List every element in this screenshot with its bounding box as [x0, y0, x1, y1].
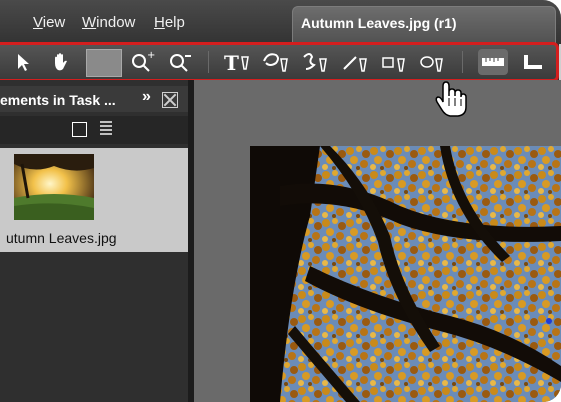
- measure-icon[interactable]: [518, 49, 548, 75]
- menu-help[interactable]: Help: [154, 14, 185, 31]
- list-view-icon[interactable]: [100, 121, 112, 137]
- selected-tool-swatch[interactable]: [86, 49, 122, 77]
- line-pen-icon[interactable]: [340, 49, 372, 75]
- ruler-icon[interactable]: [478, 49, 508, 75]
- drawing-toolbar: + T: [0, 42, 559, 82]
- toolbar-separator: [208, 51, 209, 73]
- menu-help-mnemonic: H: [154, 14, 165, 31]
- document-tab[interactable]: Autumn Leaves.jpg (r1): [292, 6, 556, 43]
- elements-panel: ements in Task ... » utumn Leaves.jpg: [0, 80, 188, 402]
- rectangle-pen-icon[interactable]: [380, 49, 412, 75]
- select-arrow-icon[interactable]: [12, 49, 34, 75]
- toolbar-separator: [462, 51, 463, 73]
- item-label: utumn Leaves.jpg: [6, 230, 117, 246]
- panel-title: ements in Task ...: [0, 92, 116, 108]
- document-tab-title: Autumn Leaves.jpg (r1): [301, 15, 457, 31]
- panel-header: ements in Task ... »: [0, 86, 188, 112]
- panel-expand-button[interactable]: »: [142, 88, 151, 106]
- freehand-pen-icon[interactable]: [300, 49, 332, 75]
- menu-window-rest: indow: [96, 14, 136, 31]
- zoom-in-icon[interactable]: +: [128, 49, 158, 75]
- hand-icon[interactable]: [48, 49, 74, 75]
- app-window: View Window Help Autumn Leaves.jpg (r1) …: [0, 0, 561, 402]
- ellipse-pen-icon[interactable]: [418, 49, 450, 75]
- photo-image[interactable]: [250, 146, 561, 402]
- svg-text:+: +: [147, 50, 155, 61]
- menu-window-mnemonic: W: [82, 14, 97, 31]
- hand-cursor-icon: [434, 80, 468, 123]
- list-item[interactable]: utumn Leaves.jpg: [0, 148, 188, 252]
- zoom-out-icon[interactable]: [166, 49, 196, 75]
- text-pen-icon[interactable]: T: [222, 49, 252, 75]
- thumbnail-image: [14, 154, 94, 220]
- menubar: View Window Help Autumn Leaves.jpg (r1): [0, 0, 561, 44]
- menu-window[interactable]: Window: [82, 14, 135, 31]
- menu-view[interactable]: View: [33, 14, 65, 31]
- view-mode-row: [0, 116, 188, 144]
- svg-text:T: T: [224, 51, 239, 75]
- close-icon[interactable]: [162, 92, 178, 108]
- menu-view-mnemonic: V: [33, 14, 43, 31]
- menu-view-rest: iew: [42, 14, 66, 31]
- menu-help-rest: elp: [164, 14, 185, 31]
- grid-view-icon[interactable]: [72, 122, 87, 137]
- lasso-pen-icon[interactable]: [260, 49, 292, 75]
